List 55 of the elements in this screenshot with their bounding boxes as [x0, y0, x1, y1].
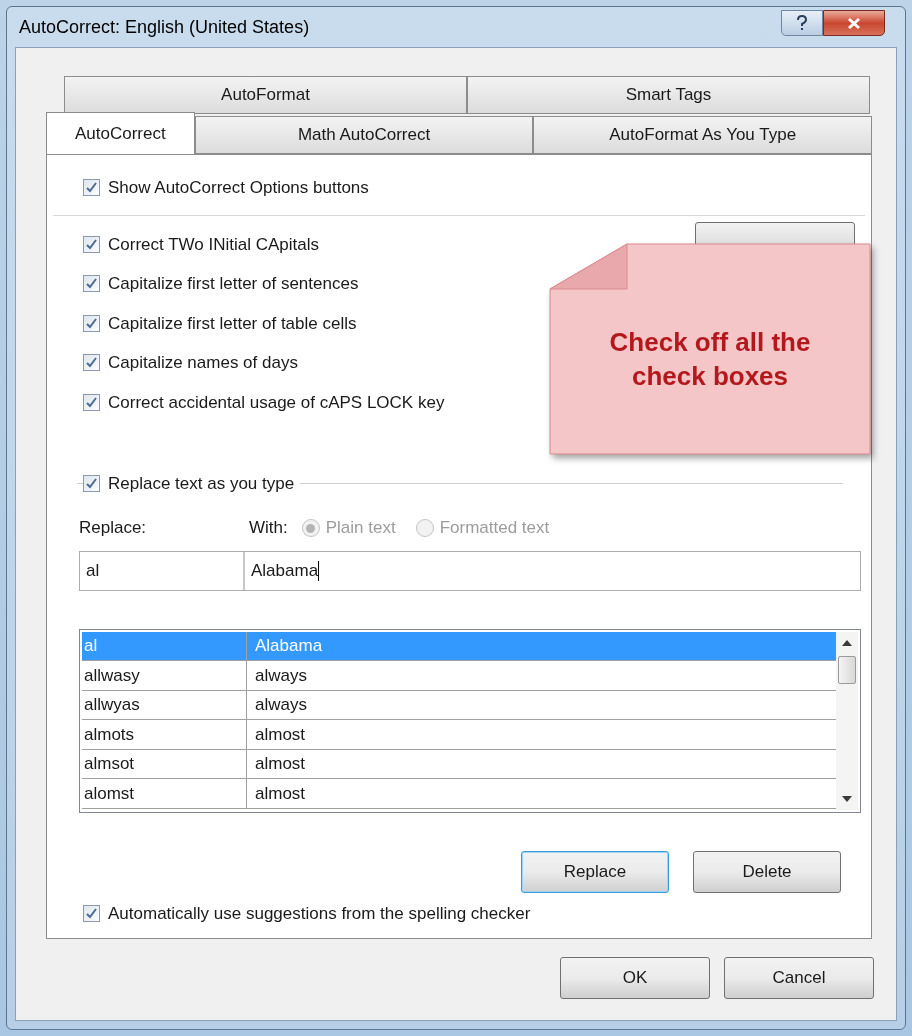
checkbox-label: Replace text as you type: [108, 473, 295, 495]
tab[interactable]: AutoFormat: [64, 76, 467, 114]
list-row[interactable]: alomst almost: [82, 779, 836, 809]
checkbox-label: Capitalize names of days: [108, 352, 298, 374]
table-cell-text: almost: [254, 782, 307, 805]
radio-label: Formatted text: [439, 517, 550, 540]
checkbox[interactable]: [83, 393, 100, 411]
list-row[interactable]: almots almost: [82, 720, 836, 750]
checkbox[interactable]: [83, 275, 100, 293]
with-label: With:: [249, 517, 288, 540]
table-cell-text: always: [254, 664, 308, 687]
tab[interactable]: Smart Tags: [467, 76, 870, 114]
list-row[interactable]: almsot almost: [82, 749, 836, 780]
table-cell-text: almost: [254, 753, 307, 776]
tab[interactable]: AutoFormat As You Type: [533, 116, 872, 154]
scroll-thumb[interactable]: [838, 655, 856, 684]
table-cell: al: [82, 631, 247, 661]
close-button[interactable]: [823, 10, 885, 36]
checkbox-label: Show AutoCorrect Options buttons: [108, 177, 369, 199]
list-row[interactable]: allwasy always: [82, 661, 836, 691]
checkbox-label: Capitalize first letter of sentences: [108, 273, 359, 295]
table-cell: allwasy: [82, 661, 247, 690]
checkbox[interactable]: [83, 314, 100, 332]
question-icon: [796, 15, 808, 31]
help-button[interactable]: [781, 10, 823, 36]
checkbox-label: Correct TWo INitial CApitals: [108, 233, 319, 256]
radio-label: Plain text: [325, 517, 396, 540]
table-cell: allwyas: [82, 690, 247, 720]
table-cell-text: always: [254, 694, 308, 717]
list-row[interactable]: allwyas always: [82, 690, 836, 721]
tab[interactable]: AutoCorrect: [46, 112, 195, 154]
checkbox[interactable]: [83, 905, 100, 922]
table-cell: alomst: [82, 779, 247, 808]
table-cell: almots: [82, 720, 247, 749]
ok-button[interactable]: OK: [560, 957, 710, 999]
checkbox-label: Capitalize first letter of table cells: [108, 312, 357, 335]
scroll-up-icon[interactable]: [842, 639, 852, 646]
close-icon: [847, 16, 861, 30]
callout-text: Check off all the check boxes: [608, 326, 812, 393]
tab[interactable]: Math AutoCorrect: [194, 116, 534, 154]
table-cell-text: Alabama: [254, 635, 324, 658]
cancel-button[interactable]: Cancel: [724, 957, 874, 999]
table-cell: almsot: [82, 749, 247, 779]
scroll-down-icon[interactable]: [842, 795, 852, 802]
window-title: AutoCorrect: English (United States): [19, 15, 310, 39]
delete-button[interactable]: Delete: [693, 850, 841, 893]
replace-button[interactable]: Replace: [521, 850, 669, 893]
checkbox[interactable]: [83, 354, 100, 372]
checkbox[interactable]: [83, 179, 100, 197]
checkbox[interactable]: [83, 235, 100, 253]
checkbox-label: Correct accidental usage of cAPS LOCK key: [108, 391, 445, 414]
checkbox[interactable]: [83, 475, 100, 493]
table-cell-text: almost: [254, 723, 307, 746]
checkbox-label: Automatically use suggestions from the spelling checker: [108, 902, 531, 925]
replace-label: Replace:: [79, 517, 148, 540]
